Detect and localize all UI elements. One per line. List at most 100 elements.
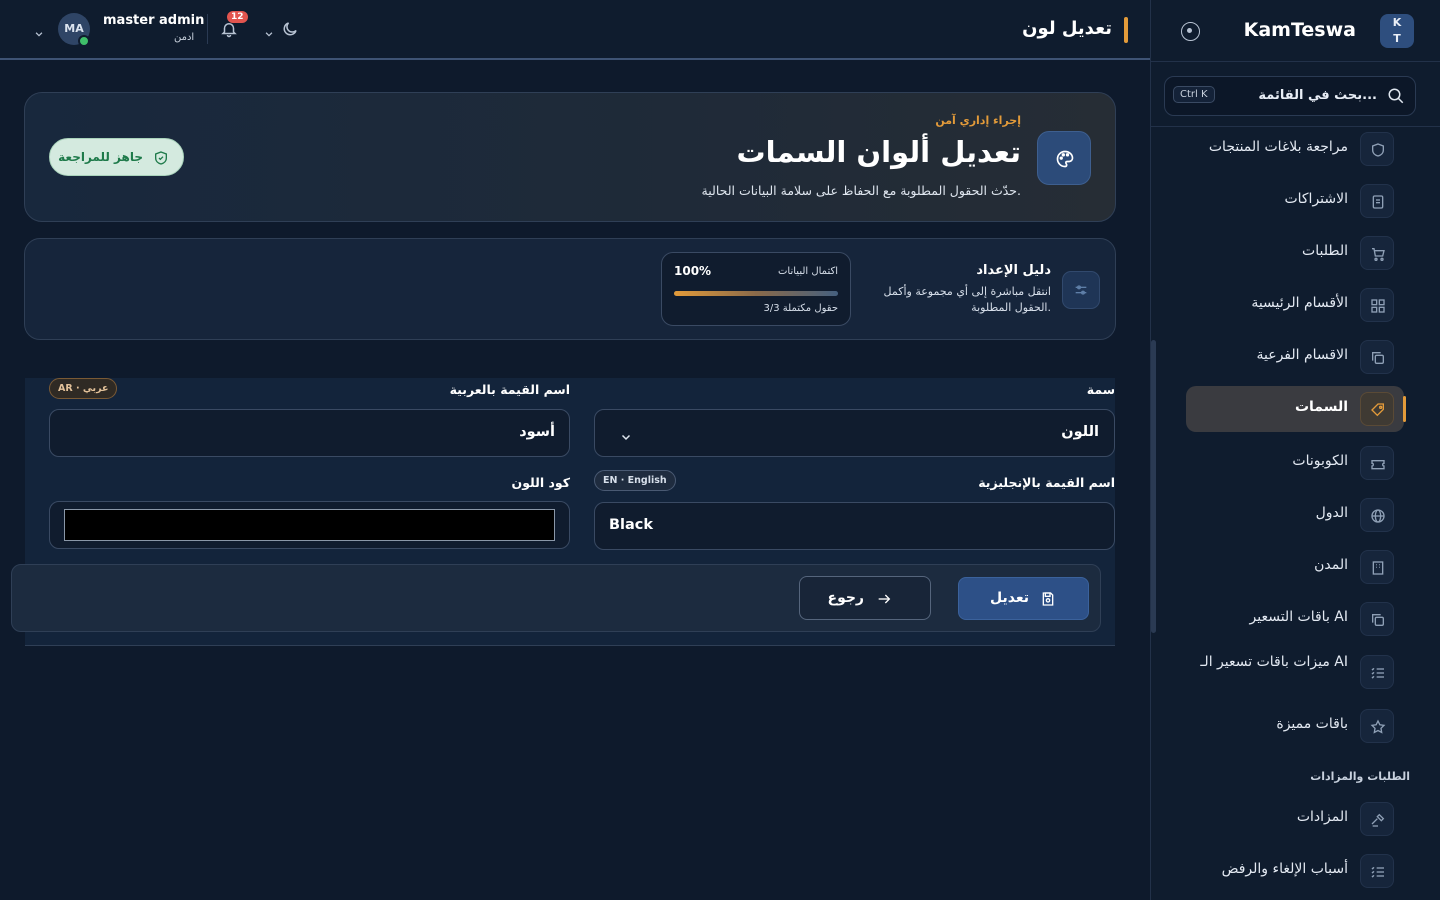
attribute-label: سمة (1086, 382, 1115, 397)
title-accent-bar (1124, 17, 1128, 43)
notification-badge: 12 (227, 11, 248, 23)
sidebar-item-label: المزادات (1296, 809, 1348, 825)
chevron-down-icon (620, 428, 632, 447)
setup-guide-card: دليل الإعداد انتقل مباشرة إلى أي مجموعة … (24, 238, 1116, 340)
sidebar-section-orders: الطلبات والمزادات (1310, 770, 1410, 783)
progress-track (674, 291, 838, 296)
sidebar-menu: مراجعة بلاغات المنتجات الاشتراكات الطلبا… (1150, 128, 1440, 900)
copy-icon (1360, 602, 1394, 636)
status-badge-label: جاهز للمراجعة (58, 150, 143, 164)
name-ar-label: اسم القيمة بالعربية (449, 382, 570, 397)
star-icon (1360, 709, 1394, 743)
bell-icon[interactable] (220, 20, 238, 42)
color-picker-input[interactable] (64, 509, 555, 541)
user-name[interactable]: master admin (103, 13, 204, 28)
guide-description: انتقل مباشرة إلى أي مجموعة وأكمل الحقول … (883, 285, 1051, 314)
hero-subtitle: حدّث الحقول المطلوبة مع الحفاظ على سلامة… (701, 183, 1021, 198)
sidebar-item-label: الدول (1315, 505, 1348, 521)
sidebar: KT KamTeswa بحث في القائمة... Ctrl K مرا… (1150, 0, 1440, 900)
chevron-down-icon[interactable] (34, 24, 44, 43)
sidebar-item-ai-pricing-features[interactable]: ميزات باقات تسعير الـ AI (1186, 649, 1404, 695)
sidebar-item-product-reports[interactable]: مراجعة بلاغات المنتجات (1186, 128, 1404, 172)
sidebar-item-label: باقات مميزة (1276, 716, 1348, 732)
hero-card: إجراء إداري آمن تعديل ألوان السمات حدّث … (24, 92, 1116, 222)
search-shortcut: Ctrl K (1173, 86, 1215, 103)
topbar: تعديل لون MA master admin ادمن 12 (0, 0, 1150, 60)
sidebar-item-coupons[interactable]: الكوبونات (1186, 440, 1404, 486)
sidebar-toggle-icon[interactable] (1181, 22, 1200, 41)
sidebar-item-label: الطلبات (1302, 243, 1348, 259)
sidebar-item-label: مراجعة بلاغات المنتجات (1208, 139, 1348, 155)
completion-progress: اكتمال البيانات 100% 3/3 حقول مكتملة (661, 252, 851, 326)
back-button[interactable]: رجوع (799, 576, 931, 620)
sidebar-item-cancel-reasons[interactable]: أسباب الإلغاء والرفض (1186, 848, 1404, 894)
name-en-input[interactable]: Black (594, 502, 1115, 550)
sidebar-item-orders[interactable]: الطلبات (1186, 230, 1404, 276)
save-button-label: تعديل (990, 590, 1029, 606)
sidebar-item-countries[interactable]: الدول (1186, 492, 1404, 538)
color-code-label: كود اللون (511, 475, 570, 490)
page-title: تعديل لون (1022, 18, 1112, 39)
lang-tag-ar: AR · عربي (49, 378, 118, 399)
search-placeholder: بحث في القائمة... (1258, 88, 1377, 103)
brand-name[interactable]: KamTeswa (1244, 19, 1356, 41)
progress-count: 3/3 حقول مكتملة (763, 303, 838, 314)
sidebar-item-sub-categories[interactable]: الاقسام الفرعية (1186, 334, 1404, 380)
name-en-value: Black (609, 517, 654, 533)
sidebar-item-cities[interactable]: المدن (1186, 544, 1404, 590)
sidebar-item-label: الاشتراكات (1284, 191, 1348, 207)
hero-title: تعديل ألوان السمات (736, 135, 1022, 169)
sidebar-item-label: الكوبونات (1292, 453, 1348, 469)
guide-title: دليل الإعداد (976, 263, 1051, 278)
sidebar-scrollbar[interactable] (1151, 340, 1156, 633)
shield-check-icon (155, 151, 167, 165)
tag-icon (1360, 392, 1394, 426)
divider (207, 14, 208, 44)
copy-icon (1360, 340, 1394, 374)
sliders-icon (1062, 271, 1100, 309)
sidebar-item-label: الأقسام الرئيسية (1251, 295, 1348, 311)
sidebar-item-attributes[interactable]: السمات (1186, 386, 1406, 432)
name-ar-value: أسود (519, 424, 555, 440)
lang-tag-en: EN · English (594, 470, 676, 491)
sidebar-item-label: أسباب الإلغاء والرفض (1221, 861, 1348, 877)
palette-icon (1037, 131, 1091, 185)
progress-value: 100% (674, 264, 712, 278)
list-icon (1360, 655, 1394, 689)
color-code-field (49, 501, 570, 549)
gavel-icon (1360, 802, 1394, 836)
sidebar-item-ai-pricing[interactable]: باقات التسعير AI (1186, 596, 1404, 642)
building-icon (1360, 550, 1394, 584)
shield-icon (1360, 132, 1394, 166)
list-icon (1360, 854, 1394, 888)
save-icon (1042, 592, 1054, 606)
attribute-select-value: اللون (1061, 424, 1099, 440)
sidebar-item-label: الاقسام الفرعية (1256, 347, 1349, 363)
status-badge: جاهز للمراجعة (49, 138, 184, 176)
sidebar-item-main-categories[interactable]: الأقسام الرئيسية (1186, 282, 1404, 328)
sidebar-search-input[interactable]: بحث في القائمة... Ctrl K (1164, 76, 1416, 116)
document-icon (1360, 184, 1394, 218)
chevron-down-icon[interactable] (264, 24, 274, 43)
sidebar-item-label: المدن (1314, 557, 1348, 573)
sidebar-item-featured-packages[interactable]: باقات مميزة (1186, 703, 1404, 749)
attribute-select[interactable]: اللون (594, 409, 1115, 457)
sidebar-item-auctions[interactable]: المزادات (1186, 796, 1404, 842)
brand-logo[interactable]: KT (1380, 14, 1414, 48)
sidebar-item-subscriptions[interactable]: الاشتراكات (1186, 178, 1404, 224)
arrow-right-icon (878, 594, 891, 604)
online-status-icon (78, 35, 90, 47)
user-role: ادمن (174, 32, 195, 43)
ticket-icon (1360, 446, 1394, 480)
moon-icon[interactable] (281, 20, 299, 42)
back-button-label: رجوع (827, 590, 865, 606)
sidebar-item-label: باقات التسعير AI (1249, 609, 1348, 625)
name-en-label: اسم القيمة بالإنجليزية (978, 475, 1115, 490)
progress-fill (674, 291, 838, 296)
name-ar-input[interactable]: أسود (49, 409, 570, 457)
save-button[interactable]: تعديل (958, 577, 1089, 620)
globe-icon (1360, 498, 1394, 532)
sidebar-header: KT KamTeswa (1151, 0, 1440, 62)
sidebar-divider (1150, 126, 1440, 127)
hero-eyebrow: إجراء إداري آمن (935, 114, 1021, 127)
